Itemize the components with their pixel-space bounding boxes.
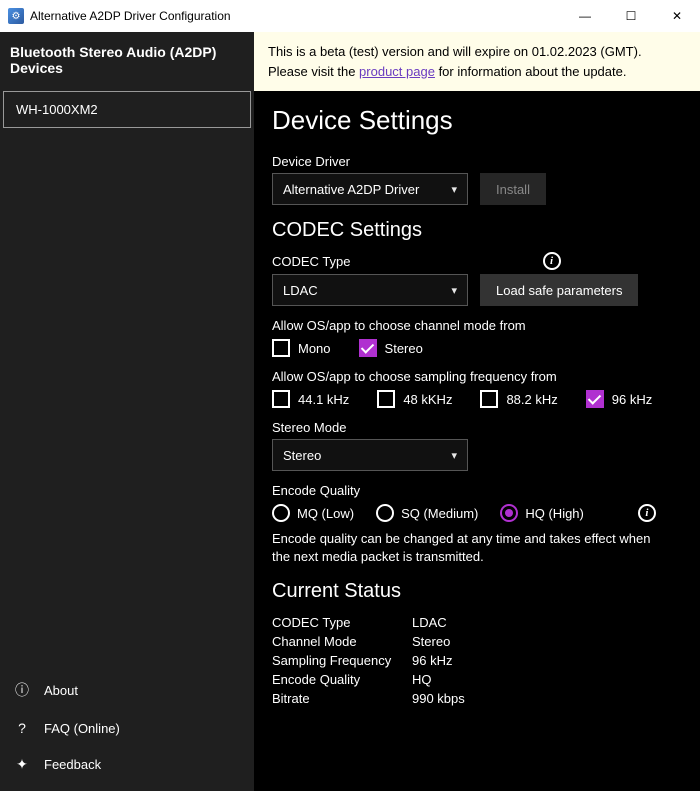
- info-icon[interactable]: i: [543, 252, 561, 270]
- device-name: WH-1000XM2: [16, 102, 98, 117]
- checkbox-44khz[interactable]: 44.1 kHz: [272, 390, 349, 408]
- titlebar: ⚙ Alternative A2DP Driver Configuration …: [0, 0, 700, 32]
- stereo-mode-select[interactable]: Stereo ▾: [272, 439, 468, 471]
- codec-type-label: CODEC Type: [272, 254, 351, 269]
- encode-help-text: Encode quality can be changed at any tim…: [272, 530, 672, 566]
- status-key: Sampling Frequency: [272, 653, 412, 668]
- banner-line1: This is a beta (test) version and will e…: [268, 42, 686, 62]
- encode-quality-label: Encode Quality: [272, 483, 682, 498]
- nav-label: Feedback: [44, 757, 101, 772]
- status-key: Bitrate: [272, 691, 412, 706]
- feedback-icon: ✦: [14, 756, 30, 773]
- banner-line2: Please visit the product page for inform…: [268, 62, 686, 82]
- chevron-down-icon: ▾: [451, 449, 457, 462]
- sampling-label: Allow OS/app to choose sampling frequenc…: [272, 369, 682, 384]
- channel-mode-label: Allow OS/app to choose channel mode from: [272, 318, 682, 333]
- load-safe-button[interactable]: Load safe parameters: [480, 274, 638, 306]
- codec-heading: CODEC Settings: [272, 219, 682, 242]
- info-icon: ⓘ: [14, 680, 30, 700]
- nav-label: FAQ (Online): [44, 721, 120, 736]
- beta-banner: This is a beta (test) version and will e…: [254, 32, 700, 91]
- status-table: CODEC TypeLDAC Channel ModeStereo Sampli…: [272, 613, 682, 708]
- checkbox-mono[interactable]: Mono: [272, 339, 331, 357]
- minimize-button[interactable]: ―: [562, 0, 608, 32]
- nav-about[interactable]: ⓘ About: [0, 670, 254, 710]
- status-key: CODEC Type: [272, 615, 412, 630]
- checkbox-stereo[interactable]: Stereo: [359, 339, 423, 357]
- status-key: Encode Quality: [272, 672, 412, 687]
- driver-select[interactable]: Alternative A2DP Driver ▾: [272, 173, 468, 205]
- codec-selected: LDAC: [283, 283, 318, 298]
- status-value: HQ: [412, 672, 432, 687]
- page-title: Device Settings: [272, 105, 682, 136]
- sidebar-header: Bluetooth Stereo Audio (A2DP) Devices: [0, 32, 254, 88]
- close-button[interactable]: ✕: [654, 0, 700, 32]
- product-page-link[interactable]: product page: [359, 64, 435, 79]
- radio-hq[interactable]: HQ (High): [500, 504, 584, 522]
- chevron-down-icon: ▾: [451, 183, 457, 196]
- nav-faq[interactable]: ? FAQ (Online): [0, 710, 254, 746]
- driver-label: Device Driver: [272, 154, 682, 169]
- status-value: 990 kbps: [412, 691, 465, 706]
- sidebar: Bluetooth Stereo Audio (A2DP) Devices WH…: [0, 32, 254, 791]
- chevron-down-icon: ▾: [451, 284, 457, 297]
- status-value: LDAC: [412, 615, 447, 630]
- status-heading: Current Status: [272, 580, 682, 603]
- checkbox-96khz[interactable]: 96 kHz: [586, 390, 652, 408]
- main-panel: This is a beta (test) version and will e…: [254, 32, 700, 791]
- install-button[interactable]: Install: [480, 173, 546, 205]
- driver-selected: Alternative A2DP Driver: [283, 182, 419, 197]
- help-icon: ?: [14, 720, 30, 736]
- device-list-item[interactable]: WH-1000XM2: [3, 91, 251, 128]
- stereo-mode-selected: Stereo: [283, 448, 321, 463]
- codec-type-select[interactable]: LDAC ▾: [272, 274, 468, 306]
- stereo-mode-label: Stereo Mode: [272, 420, 682, 435]
- maximize-button[interactable]: ☐: [608, 0, 654, 32]
- window-title: Alternative A2DP Driver Configuration: [30, 9, 231, 23]
- app-icon: ⚙: [8, 8, 24, 24]
- checkbox-88khz[interactable]: 88.2 kHz: [480, 390, 557, 408]
- status-value: 96 kHz: [412, 653, 452, 668]
- checkbox-48khz[interactable]: 48 kKHz: [377, 390, 452, 408]
- nav-label: About: [44, 683, 78, 698]
- status-key: Channel Mode: [272, 634, 412, 649]
- nav-feedback[interactable]: ✦ Feedback: [0, 746, 254, 783]
- radio-sq[interactable]: SQ (Medium): [376, 504, 478, 522]
- status-value: Stereo: [412, 634, 450, 649]
- radio-mq[interactable]: MQ (Low): [272, 504, 354, 522]
- info-icon[interactable]: i: [638, 504, 656, 522]
